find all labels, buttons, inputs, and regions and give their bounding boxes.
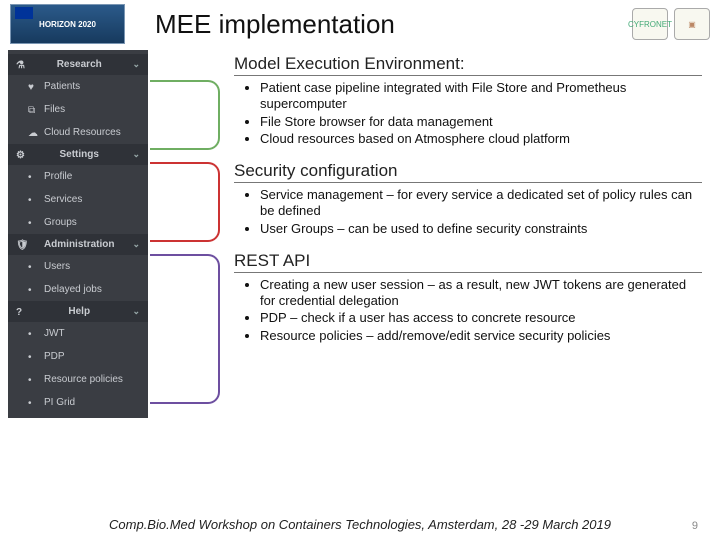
badge-text: HORIZON 2020 [39, 20, 96, 29]
dot-icon: • [28, 329, 38, 339]
sidebar-label: Cloud Resources [44, 127, 121, 138]
eu-flag-icon [15, 7, 33, 19]
sidebar-section[interactable]: ⚗ Research ⌄ [8, 54, 148, 75]
help-icon: ? [16, 307, 26, 317]
sidebar-section[interactable]: ⚙ Settings ⌄ [8, 144, 148, 165]
main-area: ⚗ Research ⌄ ♥ Patients ⧉ Files ☁ Cloud Resource… [0, 44, 720, 418]
flask-icon: ⚗ [16, 60, 26, 70]
sidebar-label: Users [44, 261, 70, 272]
sidebar-item[interactable]: • PI Grid [8, 391, 148, 414]
copy-icon: ⧉ [28, 105, 38, 115]
dot-icon: • [28, 398, 38, 408]
bullet-item: Cloud resources based on Atmosphere clou… [260, 131, 702, 147]
dot-icon: • [28, 195, 38, 205]
dot-icon: • [28, 352, 38, 362]
bullet-list: Creating a new user session – as a resul… [260, 277, 702, 344]
sidebar-label: Research [57, 59, 102, 70]
horizon2020-badge: HORIZON 2020 [10, 4, 125, 44]
sidebar-item[interactable]: • Services [8, 188, 148, 211]
sidebar-label: Help [68, 306, 90, 317]
sidebar-label: PI Grid [44, 397, 75, 408]
bullet-item: File Store browser for data management [260, 114, 702, 130]
sidebar-section[interactable]: ? Help ⌄ [8, 301, 148, 322]
chevron-down-icon: ⌄ [132, 149, 140, 160]
heart-icon: ♥ [28, 82, 38, 92]
section-title: Security configuration [234, 161, 702, 183]
bullet-item: User Groups – can be used to define secu… [260, 221, 702, 237]
sidebar-item[interactable]: • Profile [8, 165, 148, 188]
sidebar-item[interactable]: • Groups [8, 211, 148, 234]
sidebar-label: Services [44, 194, 82, 205]
sidebar-label: Resource policies [44, 374, 123, 385]
bullet-item: Patient case pipeline integrated with Fi… [260, 80, 702, 113]
sidebar-item[interactable]: • Resource policies [8, 368, 148, 391]
shield-icon: 🛡 [16, 240, 26, 250]
sidebar-item[interactable]: ☁ Cloud Resources [8, 121, 148, 144]
sidebar: ⚗ Research ⌄ ♥ Patients ⧉ Files ☁ Cloud Resource… [8, 50, 148, 418]
sidebar-label: Administration [44, 239, 115, 250]
bullet-item: Resource policies – add/remove/edit serv… [260, 328, 702, 344]
sidebar-label: Settings [60, 149, 99, 160]
sidebar-item[interactable]: • Delayed jobs [8, 278, 148, 301]
chevron-down-icon: ⌄ [132, 239, 140, 250]
footer-text: Comp.Bio.Med Workshop on Containers Tech… [0, 517, 720, 532]
sidebar-label: Profile [44, 171, 72, 182]
cube-logo: ▣ [674, 8, 710, 40]
dot-icon: • [28, 218, 38, 228]
dot-icon: • [28, 262, 38, 272]
sidebar-label: Groups [44, 217, 77, 228]
sidebar-item[interactable]: • PDP [8, 345, 148, 368]
bracket-purple [150, 254, 220, 404]
sidebar-item[interactable]: ⧉ Files [8, 98, 148, 121]
sidebar-item[interactable]: ♥ Patients [8, 75, 148, 98]
gear-icon: ⚙ [16, 150, 26, 160]
slide-title: MEE implementation [155, 9, 632, 40]
bullet-list: Service management – for every service a… [260, 187, 702, 237]
chevron-down-icon: ⌄ [132, 306, 140, 317]
dot-icon: • [28, 375, 38, 385]
page-number: 9 [692, 520, 698, 532]
section-title: REST API [234, 251, 702, 273]
sidebar-item[interactable]: • JWT [8, 322, 148, 345]
bracket-column [148, 50, 228, 418]
chevron-down-icon: ⌄ [132, 59, 140, 70]
bracket-red [150, 162, 220, 242]
bullet-item: PDP – check if a user has access to conc… [260, 310, 702, 326]
sidebar-label: JWT [44, 328, 65, 339]
slide-header: HORIZON 2020 MEE implementation CYFRONET… [0, 0, 720, 44]
logos-right: CYFRONET ▣ [632, 8, 710, 40]
sidebar-item[interactable]: • Users [8, 255, 148, 278]
cyfronet-logo: CYFRONET [632, 8, 668, 40]
bracket-green [150, 80, 220, 150]
bullet-item: Service management – for every service a… [260, 187, 702, 220]
sidebar-label: PDP [44, 351, 65, 362]
sidebar-label: Files [44, 104, 65, 115]
bullet-item: Creating a new user session – as a resul… [260, 277, 702, 310]
content-column: Model Execution Environment: Patient case… [228, 50, 720, 418]
bullet-list: Patient case pipeline integrated with Fi… [260, 80, 702, 147]
dot-icon: • [28, 172, 38, 182]
sidebar-label: Delayed jobs [44, 284, 102, 295]
sidebar-label: Patients [44, 81, 80, 92]
dot-icon: • [28, 285, 38, 295]
cloud-icon: ☁ [28, 128, 38, 138]
section-title: Model Execution Environment: [234, 54, 702, 76]
sidebar-section[interactable]: 🛡 Administration ⌄ [8, 234, 148, 255]
